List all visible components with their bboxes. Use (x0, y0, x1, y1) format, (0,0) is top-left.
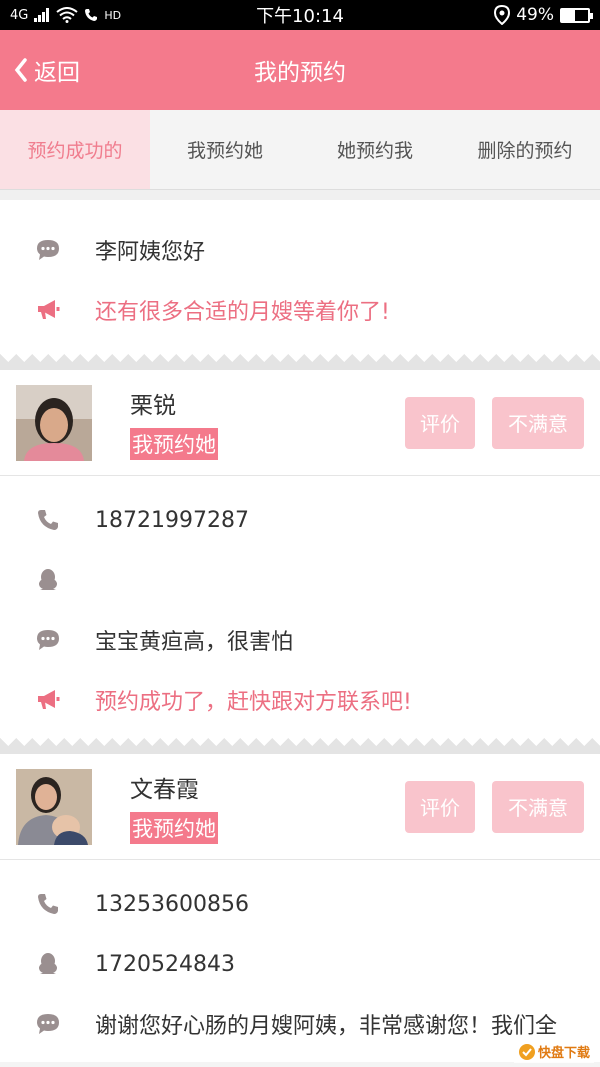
location-icon (494, 5, 511, 25)
appointment-card: 栗锐 我预约她 评价 不满意 18721997287 宝宝黄疸高，很害怕 预约成… (0, 370, 600, 738)
title-bar: 返回 我的预约 (0, 30, 600, 110)
message-icon (34, 1010, 62, 1038)
qq-icon (34, 566, 62, 594)
watermark-logo: 快盘下载 (513, 1040, 594, 1063)
unsatisfied-button[interactable]: 不满意 (492, 396, 584, 449)
hd-call-icon (85, 9, 98, 21)
person-name: 栗锐 (130, 392, 176, 419)
tab-i-booked-her[interactable]: 我预约她 (150, 110, 300, 189)
phone-row: 18721997287 (0, 490, 600, 550)
rate-button[interactable]: 评价 (405, 780, 475, 833)
appointment-details: 18721997287 宝宝黄疸高，很害怕 预约成功了，赶快跟对方联系吧! (0, 476, 600, 738)
intro-card: 李阿姨您好 还有很多合适的月嫂等着你了! (0, 200, 600, 354)
qq-row: 1720524843 (0, 934, 600, 994)
message-text: 宝宝黄疸高，很害怕 (95, 630, 294, 655)
notice-text: 还有很多合适的月嫂等着你了! (95, 300, 390, 325)
watermark-icon (518, 1043, 535, 1060)
notice-row: 预约成功了，赶快跟对方联系吧! (0, 670, 600, 730)
appointment-header: 栗锐 我预约她 评价 不满意 (0, 370, 600, 476)
message-icon (34, 626, 62, 654)
appointment-tag: 我预约她 (130, 811, 218, 844)
battery-icon (560, 7, 593, 23)
qq-row (0, 550, 600, 610)
appointment-info: 栗锐 我预约她 (130, 386, 218, 460)
zigzag-divider (0, 738, 600, 754)
greeting-text: 李阿姨您好 (95, 240, 206, 265)
tab-deleted[interactable]: 删除的预约 (450, 110, 600, 189)
phone-number[interactable]: 18721997287 (95, 508, 249, 533)
signal-icon (34, 8, 50, 22)
tab-success[interactable]: 预约成功的 (0, 110, 150, 189)
tab-bar: 预约成功的 我预约她 她预约我 删除的预约 (0, 110, 600, 190)
notice-text: 预约成功了，赶快跟对方联系吧! (95, 690, 412, 715)
battery-fill (562, 9, 575, 21)
back-label: 返回 (34, 60, 80, 86)
phone-row: 13253600856 (0, 874, 600, 934)
appointment-info: 文春霞 我预约她 (130, 770, 218, 844)
page-title: 我的预约 (254, 60, 346, 86)
avatar[interactable] (16, 768, 92, 845)
qq-number: 1720524843 (95, 951, 235, 977)
status-bar: 4G HD 下午10:14 49% (0, 0, 600, 30)
status-left: 4G HD (10, 7, 121, 23)
notice-row: 还有很多合适的月嫂等着你了! (0, 280, 600, 340)
appointment-actions: 评价 不满意 (405, 396, 584, 449)
avatar[interactable] (16, 384, 92, 461)
wifi-icon (56, 7, 78, 23)
qq-icon (34, 950, 62, 978)
appointment-actions: 评价 不满意 (405, 780, 584, 833)
message-icon (34, 236, 62, 264)
phone-icon (34, 890, 62, 918)
appointment-header: 文春霞 我预约她 评价 不满意 (0, 754, 600, 860)
status-right: 49% (494, 5, 593, 25)
watermark-text: 快盘下载 (537, 1046, 590, 1061)
person-name: 文春霞 (130, 776, 199, 803)
appointment-details: 13253600856 1720524843 谢谢您好心肠的月嫂阿姨，非常感谢您… (0, 860, 600, 1062)
phone-number[interactable]: 13253600856 (95, 892, 249, 917)
message-text: 谢谢您好心肠的月嫂阿姨，非常感谢您！我们全 (95, 1014, 558, 1039)
divider (0, 190, 600, 200)
zigzag-divider (0, 354, 600, 370)
network-label: 4G (10, 7, 29, 23)
chevron-left-icon (14, 58, 27, 82)
appointment-tag: 我预约她 (130, 427, 218, 460)
hd-label: HD (104, 8, 122, 22)
appointment-card: 文春霞 我预约她 评价 不满意 13253600856 1720524843 谢… (0, 754, 600, 1062)
unsatisfied-button[interactable]: 不满意 (492, 780, 584, 833)
rate-button[interactable]: 评价 (405, 396, 475, 449)
megaphone-icon (34, 296, 62, 324)
message-row: 谢谢您好心肠的月嫂阿姨，非常感谢您！我们全 (0, 994, 600, 1054)
tab-she-booked-me[interactable]: 她预约我 (300, 110, 450, 189)
greeting-row: 李阿姨您好 (0, 220, 600, 280)
phone-icon (34, 506, 62, 534)
battery-percent: 49% (516, 5, 554, 25)
megaphone-icon (34, 686, 62, 714)
back-button[interactable]: 返回 (0, 53, 80, 87)
message-row: 宝宝黄疸高，很害怕 (0, 610, 600, 670)
